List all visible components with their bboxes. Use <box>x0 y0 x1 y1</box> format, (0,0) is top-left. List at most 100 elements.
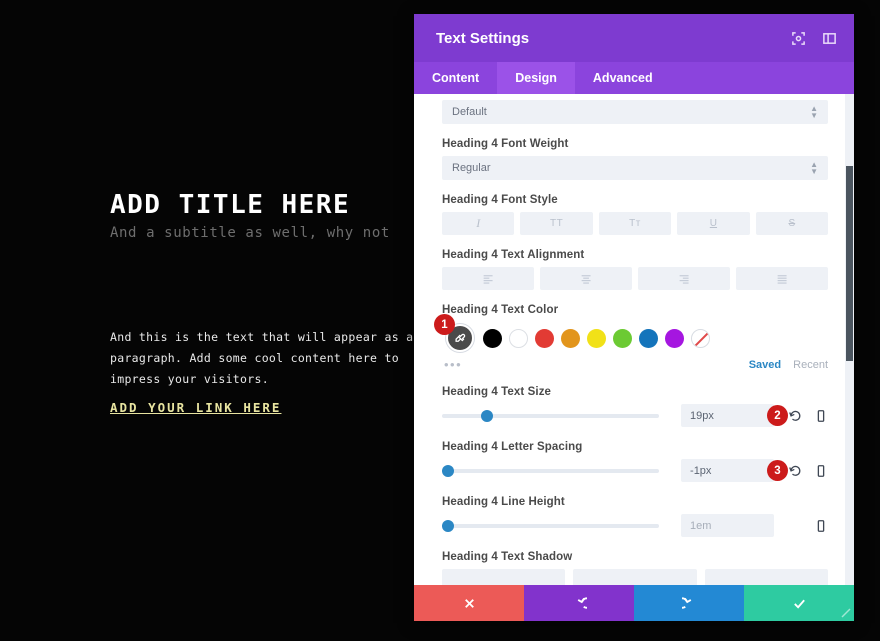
font-weight-value: Regular <box>452 162 491 174</box>
align-justify-button[interactable] <box>736 267 828 290</box>
tab-bar: Content Design Advanced <box>414 62 854 94</box>
close-icon <box>464 598 474 608</box>
text-size-row-icons <box>788 409 828 423</box>
text-alignment-button-group <box>442 267 828 290</box>
more-colors-button[interactable]: ••• <box>444 357 476 372</box>
text-color-swatch-row: 1 <box>434 314 828 354</box>
letter-spacing-slider-knob[interactable] <box>442 464 454 477</box>
text-settings-modal: Text Settings Content Design Advanced De… <box>414 14 854 621</box>
line-height-slider[interactable] <box>442 519 660 532</box>
swatch-black[interactable] <box>483 328 502 348</box>
saved-recent-tabs: Saved Recent <box>749 359 828 371</box>
letter-spacing-slider[interactable] <box>442 464 660 477</box>
recent-tab[interactable]: Recent <box>793 359 828 371</box>
page-paragraph[interactable]: And this is the text that will appear as… <box>110 327 450 390</box>
letter-spacing-label: Heading 4 Letter Spacing <box>442 441 583 453</box>
responsive-device-icon[interactable] <box>814 464 828 478</box>
cancel-button[interactable] <box>414 585 524 621</box>
swatch-white[interactable] <box>509 328 528 348</box>
responsive-device-icon[interactable] <box>814 409 828 423</box>
badge-2: 2 <box>767 405 788 426</box>
strikethrough-button[interactable]: S <box>755 212 829 235</box>
text-shadow-label: Heading 4 Text Shadow <box>442 551 573 563</box>
text-size-value: 19px <box>690 409 714 422</box>
text-size-slider[interactable] <box>442 409 660 422</box>
text-shadow-soft-button[interactable] <box>573 569 697 585</box>
align-left-button[interactable] <box>442 267 534 290</box>
swatch-purple[interactable] <box>665 328 684 348</box>
text-shadow-hard-button[interactable] <box>704 569 828 585</box>
line-height-row: 1em <box>442 514 828 537</box>
align-center-button[interactable] <box>540 267 632 290</box>
letter-spacing-row: -1px 3 <box>442 459 828 482</box>
eyedropper-wrapper: 1 <box>434 314 476 354</box>
line-height-slider-knob[interactable] <box>442 519 454 532</box>
text-size-slider-knob[interactable] <box>481 409 494 422</box>
line-height-value-field[interactable]: 1em <box>681 514 774 537</box>
swatch-orange[interactable] <box>561 328 580 348</box>
letter-spacing-value-field[interactable]: -1px 3 <box>681 459 788 482</box>
page-link[interactable]: ADD YOUR LINK HERE <box>110 400 281 415</box>
settings-content: Default ▲ ▼ Heading 4 Font Weight Regular… <box>414 94 854 585</box>
page-title[interactable]: ADD TITLE HERE <box>110 190 350 220</box>
text-shadow-none-button[interactable] <box>442 569 566 585</box>
line-height-label: Heading 4 Line Height <box>442 496 565 508</box>
text-alignment-label: Heading 4 Text Alignment <box>442 249 585 261</box>
text-size-value-field[interactable]: 19px 2 <box>681 404 788 427</box>
letter-spacing-value: -1px <box>690 464 712 477</box>
underline-button[interactable]: U <box>677 212 750 235</box>
font-style-button-group: I TT Tт U S <box>442 212 829 235</box>
swatch-green[interactable] <box>613 328 632 348</box>
swatch-none[interactable] <box>691 328 710 348</box>
strikethrough-icon: S <box>788 218 796 229</box>
font-weight-label: Heading 4 Font Weight <box>442 138 569 150</box>
italic-button[interactable]: I <box>442 212 515 235</box>
color-sub-row: ••• Saved Recent <box>442 357 828 372</box>
chevron-updown-icon: ▲ ▼ <box>810 160 818 176</box>
tab-design[interactable]: Design <box>497 62 575 94</box>
undo-icon <box>577 596 587 609</box>
tab-content[interactable]: Content <box>414 62 497 94</box>
responsive-device-icon[interactable] <box>814 519 828 533</box>
reset-icon[interactable] <box>788 464 802 478</box>
font-weight-select[interactable]: Regular ▲ ▼ <box>442 156 828 180</box>
saved-tab[interactable]: Saved <box>749 359 781 371</box>
modal-resize-handle[interactable] <box>838 605 854 621</box>
font-style-label: Heading 4 Font Style <box>442 194 558 206</box>
swatch-red[interactable] <box>535 328 554 348</box>
settings-scroll-panel: Default ▲ ▼ Heading 4 Font Weight Regular… <box>414 94 854 585</box>
chevron-updown-icon: ▲ ▼ <box>810 104 818 120</box>
letter-spacing-row-icons <box>788 464 828 478</box>
text-shadow-preset-group <box>442 569 828 585</box>
uppercase-button[interactable]: TT <box>520 212 593 235</box>
tab-advanced[interactable]: Advanced <box>575 62 671 94</box>
align-right-icon <box>679 274 689 284</box>
page-subtitle[interactable]: And a subtitle as well, why not <box>110 225 390 241</box>
capitalize-button[interactable]: Tт <box>598 212 672 235</box>
panel-scrollbar-thumb[interactable] <box>846 166 853 361</box>
redo-button[interactable] <box>634 585 744 621</box>
swatch-blue[interactable] <box>639 328 658 348</box>
panel-layout-icon[interactable] <box>821 30 838 47</box>
align-justify-icon <box>777 274 787 284</box>
modal-title: Text Settings <box>436 29 530 47</box>
undo-button[interactable] <box>524 585 634 621</box>
font-family-select[interactable]: Default ▲ ▼ <box>442 100 828 124</box>
redo-icon <box>681 596 691 609</box>
modal-header: Text Settings <box>414 14 854 62</box>
swatch-yellow[interactable] <box>587 328 606 348</box>
align-center-icon <box>581 274 591 284</box>
font-family-select-value: Default <box>452 106 487 118</box>
uppercase-icon: TT <box>550 218 564 229</box>
line-height-value: 1em <box>690 519 712 532</box>
underline-icon: U <box>709 218 718 229</box>
eyedropper-icon <box>454 333 465 342</box>
panel-scrollbar-track[interactable] <box>845 94 854 585</box>
header-icon-group <box>790 30 838 47</box>
fullscreen-icon[interactable] <box>790 30 807 47</box>
reset-icon[interactable] <box>788 409 802 423</box>
badge-1: 1 <box>434 314 455 335</box>
text-size-label: Heading 4 Text Size <box>442 386 552 398</box>
align-right-button[interactable] <box>638 267 730 290</box>
modal-action-bar <box>414 585 854 621</box>
